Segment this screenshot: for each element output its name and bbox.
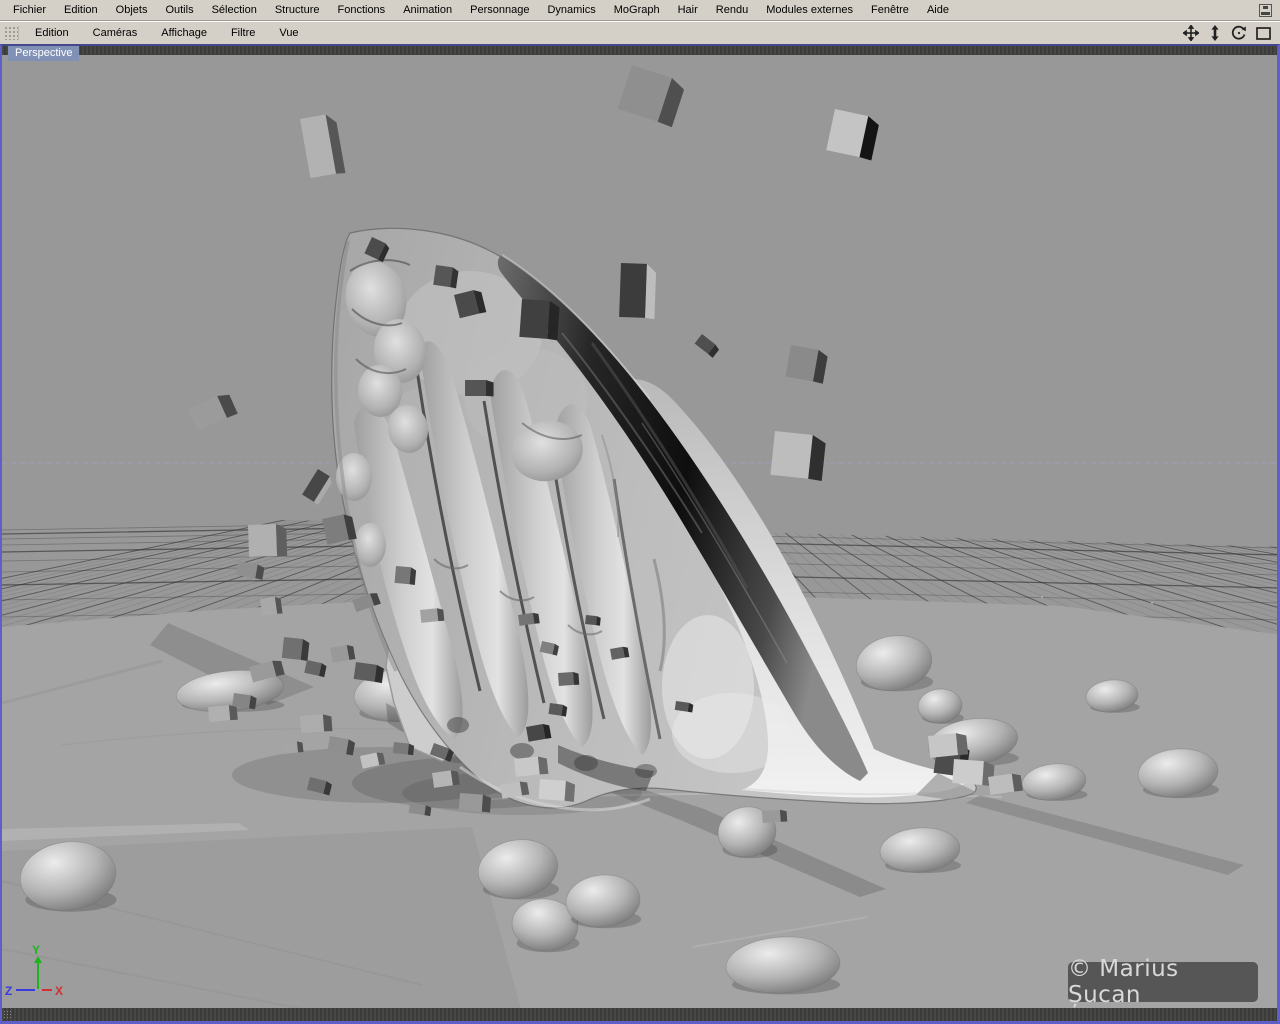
pan-view-icon[interactable]	[1182, 25, 1200, 41]
debris-cube	[420, 608, 444, 624]
debris-cube	[465, 380, 494, 396]
menu-modules-externes[interactable]: Modules externes	[757, 2, 862, 18]
menu-vue[interactable]: Vue	[267, 25, 310, 41]
rotate-view-icon[interactable]	[1230, 25, 1248, 41]
zoom-view-icon[interactable]	[1206, 25, 1224, 41]
menu-outils[interactable]: Outils	[156, 2, 202, 18]
menu-animation[interactable]: Animation	[394, 2, 461, 18]
maximize-view-icon[interactable]	[1254, 25, 1272, 41]
debris-cube	[928, 732, 968, 758]
menu-s-lection[interactable]: Sélection	[203, 2, 266, 18]
bottom-grip-handle[interactable]	[3, 1010, 12, 1019]
menu-edition[interactable]: Edition	[55, 2, 107, 18]
menu-fonctions[interactable]: Fonctions	[328, 2, 394, 18]
axis-x-label: X	[55, 984, 63, 998]
axis-y-label: Y	[32, 943, 40, 957]
debris-cube	[762, 809, 787, 823]
viewport-label: Perspective	[8, 46, 79, 61]
menu-cam-ras[interactable]: Caméras	[81, 25, 150, 41]
debris-cube	[514, 756, 548, 778]
menu-fichier[interactable]: Fichier	[4, 2, 55, 18]
toolbar-grip-handle[interactable]	[4, 26, 19, 40]
menu-personnage[interactable]: Personnage	[461, 2, 538, 18]
viewport-bottom-strip	[2, 1008, 1277, 1021]
debris-cube	[770, 431, 826, 481]
debris-cube	[248, 524, 287, 558]
menu-aide[interactable]: Aide	[918, 2, 958, 18]
debris-cube	[952, 759, 994, 786]
debris-cube	[619, 263, 656, 319]
menubar-2-items: EditionCamérasAffichageFiltreVue	[23, 25, 311, 41]
main-menubar: FichierEditionObjetsOutilsSélectionStruc…	[0, 0, 1280, 21]
menu-dynamics[interactable]: Dynamics	[538, 2, 604, 18]
layout-window-icon[interactable]	[1256, 2, 1274, 18]
debris-cube	[300, 714, 332, 733]
menu-objets[interactable]: Objets	[107, 2, 157, 18]
viewport-menubar: EditionCamérasAffichageFiltreVue	[0, 21, 1280, 44]
perspective-viewport[interactable]: Perspective	[0, 44, 1280, 1024]
menu-affichage[interactable]: Affichage	[149, 25, 219, 41]
debris-cube	[394, 566, 416, 585]
menu-structure[interactable]: Structure	[266, 2, 329, 18]
menu-rendu[interactable]: Rendu	[707, 2, 757, 18]
viewport-canvas[interactable]: Y Z X	[2, 55, 1277, 1008]
menu-mograph[interactable]: MoGraph	[605, 2, 669, 18]
menu-edition[interactable]: Edition	[23, 25, 81, 41]
debris-cube	[208, 705, 238, 723]
debris-cube	[260, 596, 283, 616]
menu-fen-tre[interactable]: Fenêtre	[862, 2, 918, 18]
debris-cube	[282, 741, 303, 754]
menu-filtre[interactable]: Filtre	[219, 25, 267, 41]
menubar-1-items: FichierEditionObjetsOutilsSélectionStruc…	[4, 2, 958, 18]
axis-z-label: Z	[5, 984, 12, 998]
menu-hair[interactable]: Hair	[669, 2, 707, 18]
debris-cube	[558, 672, 579, 687]
debris-cube	[519, 299, 560, 340]
watermark: © Marius Șucan	[1068, 962, 1258, 1002]
viewport-title-strip	[2, 46, 1277, 55]
